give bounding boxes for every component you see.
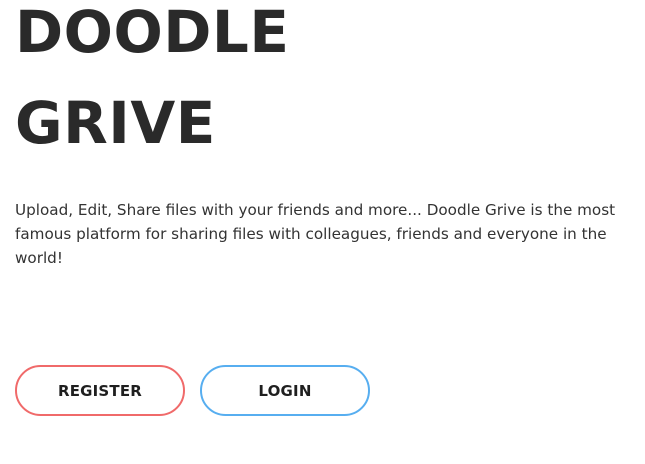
app-description: Upload, Edit, Share files with your frie…: [15, 201, 616, 267]
login-button[interactable]: LOGIN: [200, 365, 370, 416]
app-title-line-2: GRIVE: [15, 89, 216, 157]
app-title-line-1: DOODLE: [15, 0, 290, 66]
register-button[interactable]: REGISTER: [15, 365, 185, 416]
hero-section: DOODLE GRIVE Upload, Edit, Share files w…: [15, 0, 630, 464]
